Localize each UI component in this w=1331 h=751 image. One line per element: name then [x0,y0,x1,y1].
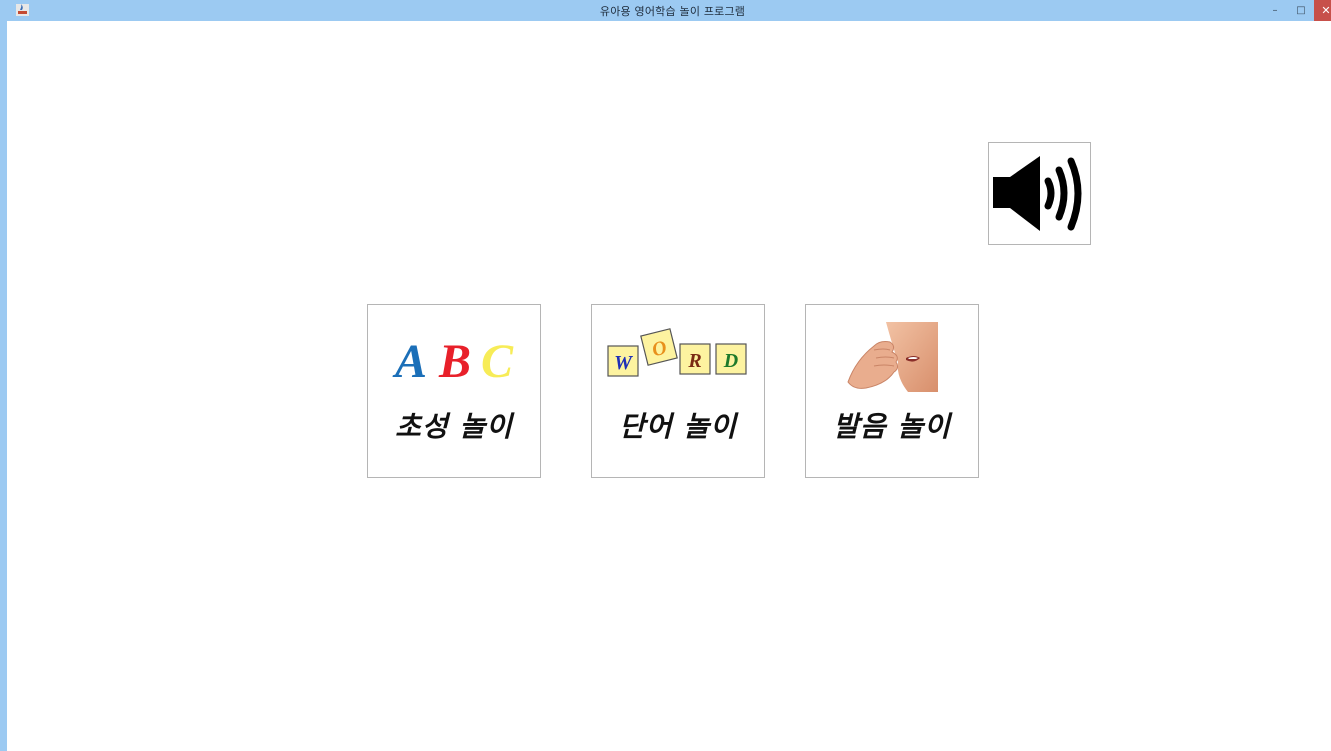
minimize-button[interactable]: – [1262,0,1288,21]
letter-w: W [614,352,633,374]
speaker-volume-icon [992,155,1081,231]
word-play-label: 단어 놀이 [619,410,737,443]
main-content: A B C 초성 놀이 W O R D 단어 놀이 발음 놀이 [14,21,1331,751]
app-window: 유아용 영어학습 놀이 프로그램 – □ ✕ A B C 초성 놀이 W O R… [0,0,1331,751]
sound-toggle-button[interactable] [988,142,1091,245]
close-button[interactable]: ✕ [1314,0,1331,21]
letter-d: D [723,350,738,372]
initial-sound-play-button[interactable]: A B C 초성 놀이 [367,304,541,478]
letter-c: C [481,335,514,385]
word-blocks-image: W O R D [592,321,764,393]
title-bar[interactable]: 유아용 영어학습 놀이 프로그램 – □ ✕ [7,0,1331,21]
whisper-mouth-image [806,321,978,393]
window-title: 유아용 영어학습 놀이 프로그램 [599,5,746,18]
letter-a: A [392,335,427,385]
window-controls: – □ ✕ [1262,0,1331,21]
pronunciation-play-label: 발음 놀이 [833,410,951,443]
initial-sound-play-label: 초성 놀이 [395,410,513,443]
letter-r: R [687,350,701,372]
abc-letters-image: A B C [368,321,540,393]
maximize-button[interactable]: □ [1288,0,1314,21]
pronunciation-play-button[interactable]: 발음 놀이 [805,304,979,478]
letter-b: B [438,335,471,385]
word-play-button[interactable]: W O R D 단어 놀이 [591,304,765,478]
